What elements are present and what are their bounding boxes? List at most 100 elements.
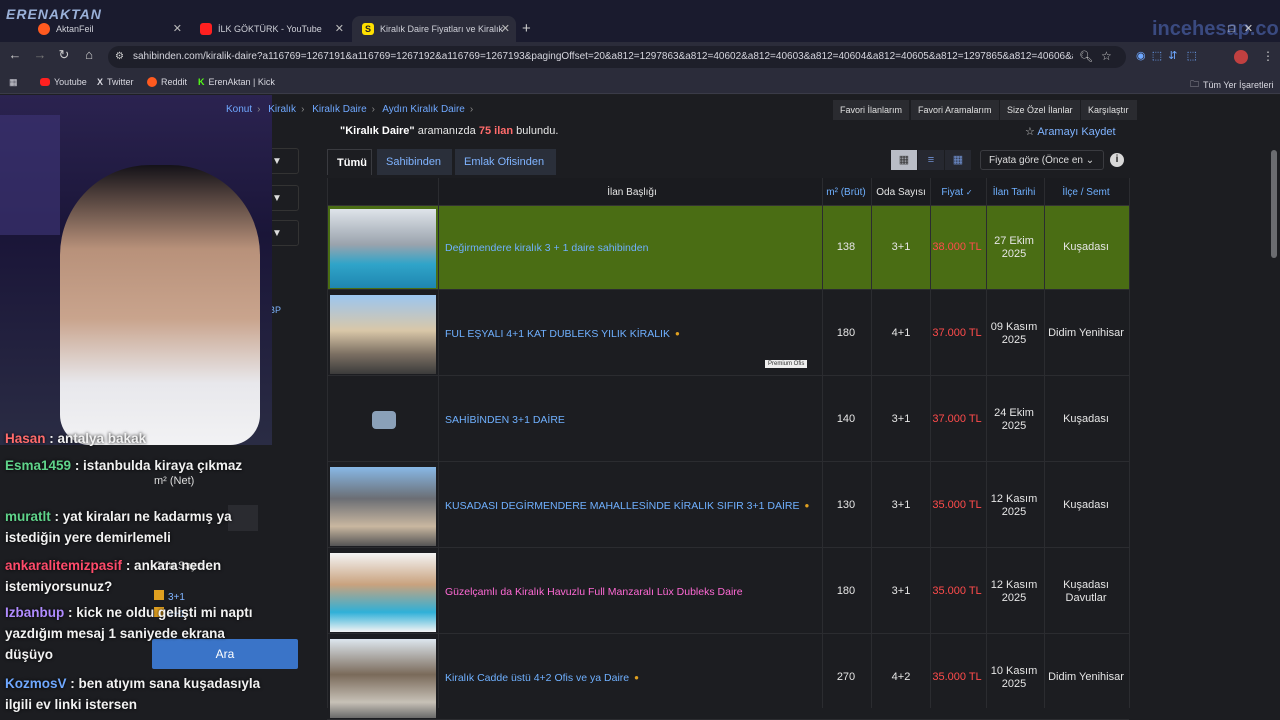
table-row[interactable]: KUSADASI DEGİRMENDERE MAHALLESİNDE KİRAL… xyxy=(327,464,1129,548)
close-icon[interactable]: ✕ xyxy=(501,22,510,35)
compare-link[interactable]: Karşılaştır xyxy=(1081,100,1137,120)
cell-rooms: 4+1 xyxy=(891,327,911,339)
table-row[interactable]: Güzelçamlı da Kiralık Havuzlu Full Manza… xyxy=(327,550,1129,634)
zoom-icon[interactable]: 🔍︎ xyxy=(1079,50,1093,63)
table-view-icon[interactable]: ▦ xyxy=(891,150,917,170)
column-divider xyxy=(930,178,931,708)
listing-title[interactable]: FUL EŞYALI 4+1 KAT DUBLEKS YILIK KİRALIK… xyxy=(445,292,680,375)
star-icon[interactable]: ☆ xyxy=(1101,49,1112,63)
favorite-searches-link[interactable]: Favori Aramalarım xyxy=(911,100,999,120)
cell-rooms: 3+1 xyxy=(891,413,911,425)
folder-icon: 🗀 xyxy=(1190,79,1200,89)
home-icon[interactable]: ⌂ xyxy=(79,47,99,62)
breadcrumb-item[interactable]: Kiralık xyxy=(268,104,296,115)
breadcrumb-item[interactable]: Aydın Kiralık Daire xyxy=(382,104,465,115)
tab-3-active[interactable]: S Kiralık Daire Fiyatları ve Kiralık ✕ xyxy=(352,16,516,42)
cell-m2: 130 xyxy=(836,499,856,511)
table-row[interactable]: Kiralık Cadde üstü 4+2 Ofis ve ya Daire … xyxy=(327,636,1129,720)
camera-placeholder[interactable] xyxy=(330,381,436,460)
cell-location: Kuşadası Davutlar xyxy=(1063,578,1109,604)
chat-message: Hasan : antalya bakak xyxy=(5,428,270,449)
column-divider xyxy=(1129,178,1130,708)
listing-title[interactable]: Kiralık Cadde üstü 4+2 Ofis ve ya Daire … xyxy=(445,636,639,719)
cell-price: 38.000 TL xyxy=(932,241,982,253)
col-price[interactable]: Fiyat ✓ xyxy=(931,178,983,206)
column-divider xyxy=(871,178,872,708)
favorite-listings-link[interactable]: Favori İlanlarım xyxy=(833,100,910,120)
bookmark-reddit[interactable]: Reddit xyxy=(147,77,187,87)
tab-2[interactable]: İLK GÖKTÜRK - YouTube ✕ xyxy=(190,16,350,42)
sort-select[interactable]: Fiyata göre (Önce en ⌄ xyxy=(980,150,1104,170)
info-icon[interactable]: i xyxy=(1110,153,1124,167)
apps-icon[interactable]: ▦ xyxy=(9,77,18,88)
cell-date: 09 Kasım 2025 xyxy=(990,320,1038,346)
listing-thumbnail[interactable] xyxy=(330,209,436,288)
tab-owner[interactable]: Sahibinden xyxy=(377,149,452,175)
column-divider xyxy=(1044,178,1045,708)
bookmark-youtube[interactable]: Youtube xyxy=(40,77,87,87)
table-row[interactable]: SAHİBİNDEN 3+1 DAİRE 140 3+1 37.000 TL 24 Ek… xyxy=(327,378,1129,462)
new-tab-button[interactable]: + xyxy=(522,20,531,37)
thumbs-up-icon: ● xyxy=(674,329,680,338)
all-bookmarks[interactable]: 🗀 Tüm Yer İşaretleri xyxy=(1190,77,1274,93)
listing-thumbnail[interactable] xyxy=(330,467,436,546)
breadcrumb-item[interactable]: Kiralık Daire xyxy=(312,104,366,115)
chat-username: Esma1459 xyxy=(5,458,72,473)
close-icon[interactable]: ✕ xyxy=(335,22,344,35)
tab-all[interactable]: Tümü xyxy=(327,149,372,175)
listing-title[interactable]: KUSADASI DEGİRMENDERE MAHALLESİNDE KİRAL… xyxy=(445,464,809,547)
site-info-icon[interactable]: ⚙ xyxy=(115,51,124,62)
col-location[interactable]: İlçe / Semt xyxy=(1043,178,1129,206)
listing-title[interactable]: Değirmendere kiralık 3 + 1 daire sahibin… xyxy=(445,206,648,289)
star-icon: ☆ xyxy=(1025,126,1038,138)
listing-title[interactable]: SAHİBİNDEN 3+1 DAİRE xyxy=(445,378,565,461)
menu-icon[interactable]: ⋮ xyxy=(1262,49,1274,63)
tab-1[interactable]: AktanFeil ✕ xyxy=(28,16,188,42)
save-search-link[interactable]: ☆ Aramayı Kaydet xyxy=(1025,125,1116,138)
reload-icon[interactable]: ↻ xyxy=(54,47,74,63)
bookmark-twitter[interactable]: X Twitter xyxy=(97,77,134,87)
special-listings-link[interactable]: Size Özel İlanlar xyxy=(1000,100,1080,120)
window-controls[interactable]: □ ✕ xyxy=(1228,22,1253,35)
close-icon[interactable]: ✕ xyxy=(173,22,182,35)
chat-text: : istanbulda kiraya çıkmaz xyxy=(71,458,243,473)
cell-price: 35.000 TL xyxy=(932,585,982,597)
cell-date: 12 Kasım 2025 xyxy=(990,492,1038,518)
url-text[interactable]: sahibinden.com/kiralik-daire?a116769=126… xyxy=(133,51,1073,62)
watermark: incehesap.com xyxy=(1152,18,1280,40)
chat-message: KozmosV : ben atıyım sana kuşadasıyla il… xyxy=(5,673,270,715)
col-m2[interactable]: m² (Brüt) xyxy=(821,178,871,206)
cell-price: 35.000 TL xyxy=(932,671,982,683)
table-row[interactable]: Değirmendere kiralık 3 + 1 daire sahibin… xyxy=(327,206,1129,290)
cell-price: 37.000 TL xyxy=(932,327,982,339)
profile-avatar[interactable] xyxy=(1234,50,1248,64)
col-date[interactable]: İlan Tarihi xyxy=(985,178,1043,206)
listing-title[interactable]: Güzelçamlı da Kiralık Havuzlu Full Manza… xyxy=(445,550,743,633)
kick-icon: K xyxy=(198,77,205,87)
thumbs-up-icon: ● xyxy=(804,501,810,510)
listing-thumbnail[interactable] xyxy=(330,295,436,374)
listing-thumbnail[interactable] xyxy=(330,639,436,718)
col-rooms: Oda Sayısı xyxy=(876,186,926,198)
scrollbar[interactable] xyxy=(1271,150,1277,258)
tab-agency[interactable]: Emlak Ofisinden xyxy=(455,149,556,175)
bookmark-kick[interactable]: K ErenAktan | Kick xyxy=(198,77,275,87)
cell-date: 27 Ekim 2025 xyxy=(994,234,1034,260)
forward-icon[interactable]: → xyxy=(30,47,50,62)
chat-text: : antalya bakak xyxy=(45,431,147,446)
chevron-down-icon: ⌄ xyxy=(1085,155,1095,166)
cell-date: 12 Kasım 2025 xyxy=(990,578,1038,604)
table-row[interactable]: FUL EŞYALI 4+1 KAT DUBLEKS YILIK KİRALIK… xyxy=(327,292,1129,376)
list-view-icon[interactable]: ≡ xyxy=(918,150,944,170)
breadcrumb-item[interactable]: Konut xyxy=(226,104,252,115)
thumbs-up-icon: ● xyxy=(634,673,639,682)
back-icon[interactable]: ← xyxy=(5,47,25,62)
extensions-icon[interactable]: ◉ ⬚ ⇵ ⬚ xyxy=(1136,49,1197,62)
webcam-overlay xyxy=(0,95,272,445)
listing-thumbnail[interactable] xyxy=(330,553,436,632)
column-divider xyxy=(438,178,439,708)
chat-message: ankaralitemizpasif : ankara neden istemi… xyxy=(5,555,270,597)
grid-view-icon[interactable]: ▦ xyxy=(945,150,971,170)
cell-rooms: 3+1 xyxy=(891,585,911,597)
browser-tab-bar: ERENAKTAN AktanFeil ✕ İLK GÖKTÜRK - YouT… xyxy=(0,0,1280,42)
